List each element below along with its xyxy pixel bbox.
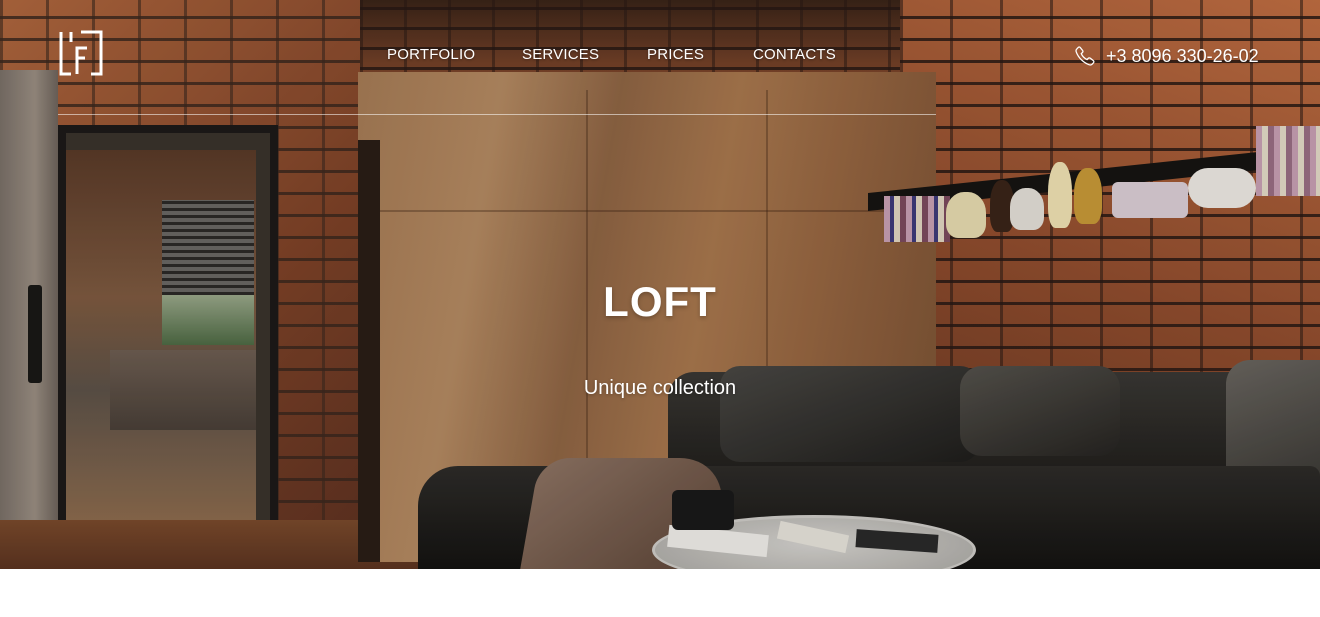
hero-subtitle: Unique collection [583, 377, 737, 399]
hero-banner: PORTFOLIO SERVICES PRICES CONTACTS +3 80… [0, 0, 1320, 569]
nav-portfolio[interactable]: PORTFOLIO [387, 46, 475, 63]
phone-icon [1075, 46, 1095, 66]
phone-number: +3 8096 330-26-02 [1106, 45, 1259, 66]
nav-contacts[interactable]: CONTACTS [753, 46, 836, 63]
phone-link[interactable]: +3 8096 330-26-02 [1074, 44, 1259, 68]
nav-services[interactable]: SERVICES [522, 46, 599, 63]
nav-prices[interactable]: PRICES [647, 46, 704, 63]
header-divider [58, 114, 936, 115]
hero-title: LOFT [603, 278, 717, 325]
